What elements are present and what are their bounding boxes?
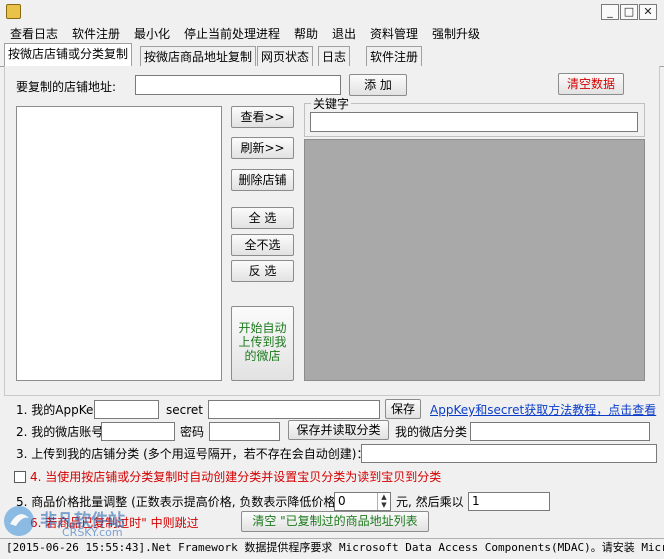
- price-spin-arrows-icon[interactable]: ▲ ▼: [377, 493, 390, 510]
- secret-input[interactable]: [208, 400, 380, 419]
- menu-view-log[interactable]: 查看日志: [10, 25, 58, 43]
- status-text: [2015-06-26 15:55:43].Net Framework 数据提供…: [6, 541, 664, 554]
- start-upload-button[interactable]: 开始自动上传到我的微店: [231, 306, 294, 381]
- title-bar: _ □ ✕: [0, 0, 664, 25]
- menu-bar: 查看日志 软件注册 最小化 停止当前处理进程 帮助 退出 资料管理 强制升级: [0, 25, 664, 43]
- menu-force-upgrade[interactable]: 强制升级: [432, 25, 480, 43]
- keyword-list-area[interactable]: [304, 139, 645, 381]
- select-all-button[interactable]: 全 选: [231, 207, 294, 229]
- status-bar: [2015-06-26 15:55:43].Net Framework 数据提供…: [0, 538, 664, 559]
- upload-category-label: 3. 上传到我的店铺分类 (多个用逗号隔开，若不存在会自动创建)：: [16, 447, 369, 461]
- tab-copy-by-shop[interactable]: 按微店店铺或分类复制: [4, 43, 133, 68]
- account-label: 2. 我的微店账号: [16, 425, 104, 439]
- shop-list[interactable]: [16, 106, 222, 381]
- save-button[interactable]: 保存: [385, 399, 421, 419]
- refresh-button[interactable]: 刷新>>: [231, 137, 294, 159]
- my-category-select[interactable]: [470, 422, 650, 441]
- clear-data-button[interactable]: 清空数据: [558, 73, 624, 95]
- tab-strip: 按微店店铺或分类复制 按微店商品地址复制 网页状态 日志 软件注册: [0, 43, 664, 68]
- delete-shop-button[interactable]: 删除店铺: [231, 169, 294, 191]
- multiply-label: 元, 然后乘以: [396, 495, 464, 509]
- app-icon: [6, 4, 21, 19]
- help-link[interactable]: AppKey和secret获取方法教程，点击查看: [430, 402, 656, 418]
- menu-stop-process[interactable]: 停止当前处理进程: [184, 25, 280, 43]
- shop-url-label: 要复制的店铺地址:: [16, 80, 117, 94]
- appkey-input[interactable]: [94, 400, 159, 419]
- minimize-button[interactable]: _: [601, 4, 619, 20]
- multiply-input[interactable]: 1: [468, 492, 550, 511]
- tab-copy-by-url[interactable]: 按微店商品地址复制: [140, 46, 257, 68]
- auto-create-checkbox[interactable]: [14, 471, 26, 483]
- secret-label: secret: [166, 403, 203, 417]
- account-input[interactable]: [101, 422, 175, 441]
- view-button[interactable]: 查看>>: [231, 106, 294, 128]
- menu-exit[interactable]: 退出: [332, 25, 356, 43]
- password-label: 密码: [180, 425, 205, 439]
- password-input[interactable]: [209, 422, 280, 441]
- watermark-logo: 非凡软件站 CRSKY.com: [2, 502, 162, 542]
- close-button[interactable]: ✕: [639, 4, 657, 20]
- tab-web-status[interactable]: 网页状态: [257, 46, 314, 68]
- keyword-input[interactable]: [310, 112, 638, 132]
- tab-log[interactable]: 日志: [318, 46, 351, 68]
- menu-minimize[interactable]: 最小化: [134, 25, 170, 43]
- invert-selection-button[interactable]: 反 选: [231, 260, 294, 282]
- menu-help[interactable]: 帮助: [294, 25, 318, 43]
- menu-data-manage[interactable]: 资料管理: [370, 25, 418, 43]
- keyword-group-label: 关键字: [311, 96, 352, 112]
- maximize-button[interactable]: □: [620, 4, 638, 20]
- clear-copied-list-button[interactable]: 清空 "已复制过的商品地址列表: [241, 511, 429, 532]
- auto-create-label: 4. 当使用按店铺或分类复制时自动创建分类并设置宝贝分类为读到宝贝到分类: [30, 470, 442, 484]
- my-category-label: 我的微店分类: [395, 425, 468, 439]
- tab-register[interactable]: 软件注册: [366, 46, 423, 68]
- appkey-label: 1. 我的AppKey: [16, 403, 101, 417]
- menu-register[interactable]: 软件注册: [72, 25, 120, 43]
- add-button[interactable]: 添 加: [349, 74, 407, 96]
- shop-url-input[interactable]: [135, 75, 341, 95]
- save-read-category-button[interactable]: 保存并读取分类: [288, 420, 389, 440]
- select-none-button[interactable]: 全不选: [231, 234, 294, 256]
- upload-category-input[interactable]: [361, 444, 657, 463]
